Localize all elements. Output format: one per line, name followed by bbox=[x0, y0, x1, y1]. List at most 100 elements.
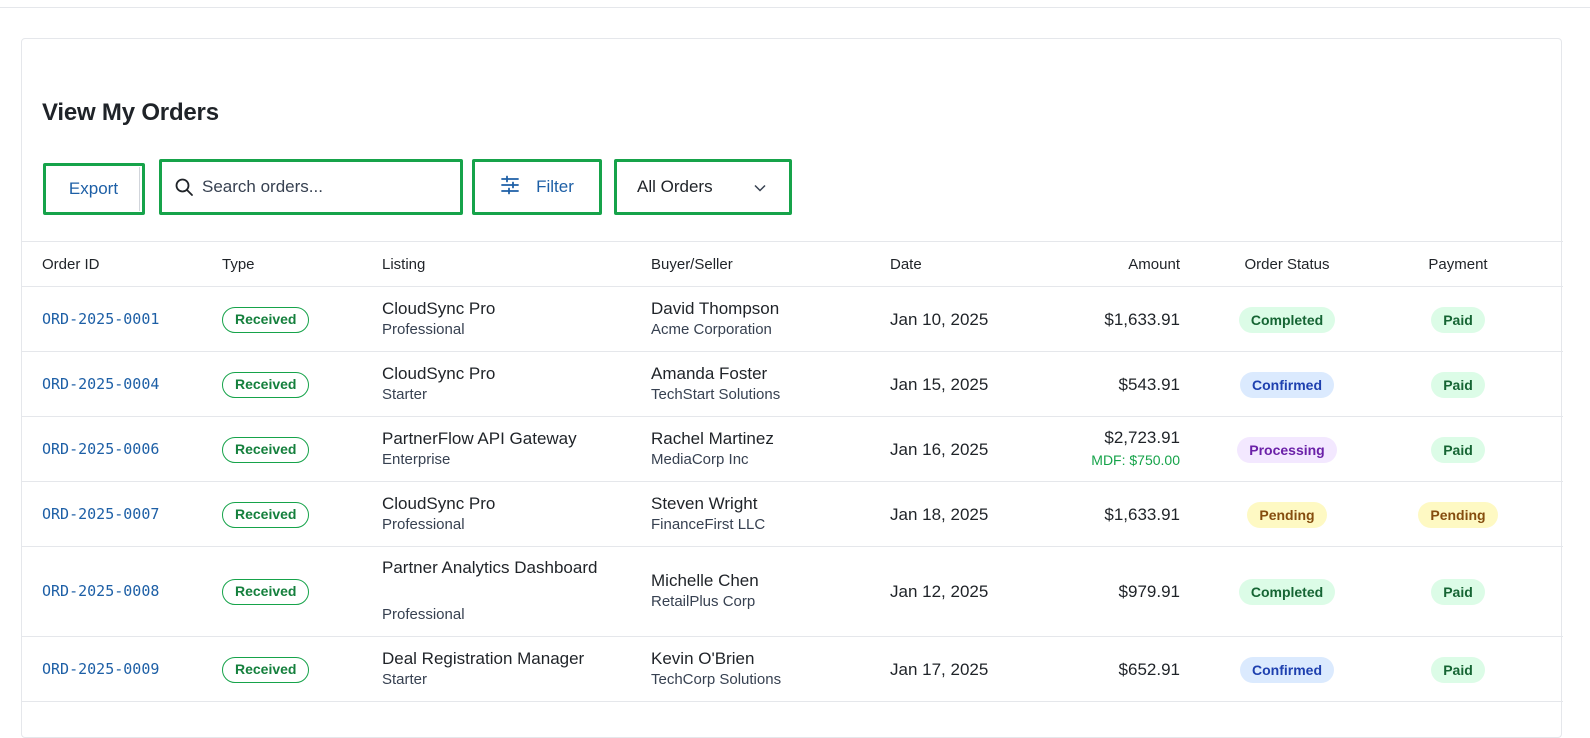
table-row[interactable]: ORD-2025-0009 Received Deal Registration M… bbox=[22, 637, 1563, 702]
type-badge: Received bbox=[222, 306, 310, 333]
payment-cell: Paid bbox=[1398, 371, 1518, 398]
buyer-company: TechStart Solutions bbox=[651, 385, 781, 403]
orders-table: Order ID Type Listing Buyer/Seller Date … bbox=[22, 241, 1563, 702]
payment-cell: Paid bbox=[1398, 306, 1518, 333]
table-row[interactable]: ORD-2025-0004 Received CloudSync Pro Starte… bbox=[22, 352, 1563, 417]
order-date: Jan 10, 2025 bbox=[890, 309, 989, 329]
payment-badge: Paid bbox=[1431, 371, 1485, 398]
buyer-name: Michelle Chen bbox=[651, 571, 759, 590]
status-badge: Pending bbox=[1247, 501, 1327, 528]
type-badge: Received bbox=[222, 656, 310, 683]
buyer-company: TechCorp Solutions bbox=[651, 670, 782, 688]
type-badge: Received bbox=[222, 371, 310, 398]
order-amount: $1,633.91 bbox=[1104, 504, 1180, 524]
filter-button-label: Filter bbox=[536, 177, 574, 196]
order-date: Jan 12, 2025 bbox=[890, 582, 989, 601]
listing-tier: Starter bbox=[382, 385, 428, 403]
export-button-label: Export bbox=[48, 167, 140, 211]
top-bar bbox=[0, 0, 1590, 8]
order-date: Jan 15, 2025 bbox=[890, 374, 989, 394]
order-amount: $652.91 bbox=[1118, 659, 1180, 679]
status-badge: Completed bbox=[1238, 579, 1336, 605]
order-status-cell: Completed bbox=[1212, 306, 1362, 333]
listing-name: CloudSync Pro bbox=[382, 363, 496, 383]
orders-card: View My Orders Export Filter All Orders bbox=[21, 38, 1563, 738]
buyer-name: Amanda Foster bbox=[651, 363, 768, 383]
order-id-link[interactable]: ORD-2025-0006 bbox=[42, 440, 159, 458]
order-id-link[interactable]: ORD-2025-0004 bbox=[42, 375, 159, 393]
buyer-name: Rachel Martinez bbox=[651, 428, 774, 448]
listing-name: Deal Registration Manager bbox=[382, 648, 585, 668]
listing-tier: Starter bbox=[382, 670, 428, 688]
col-order-id: Order ID bbox=[42, 256, 100, 273]
payment-cell: Paid bbox=[1398, 579, 1518, 605]
order-type-select[interactable]: All Orders bbox=[614, 159, 792, 215]
buyer-company: Acme Corporation bbox=[651, 320, 772, 338]
order-status-cell: Confirmed bbox=[1212, 371, 1362, 398]
col-order-status: Order Status bbox=[1244, 256, 1330, 273]
status-badge: Processing bbox=[1237, 436, 1337, 463]
table-row[interactable]: ORD-2025-0006 Received PartnerFlow API Gat… bbox=[22, 417, 1563, 482]
listing-tier: Professional bbox=[382, 515, 465, 533]
col-amount: Amount bbox=[1128, 256, 1180, 273]
col-listing: Listing bbox=[382, 256, 426, 273]
order-amount: $979.91 bbox=[1118, 582, 1180, 601]
listing-name: CloudSync Pro bbox=[382, 298, 496, 318]
type-badge: Received bbox=[222, 436, 310, 463]
buyer-company: FinanceFirst LLC bbox=[651, 515, 766, 533]
payment-badge: Paid bbox=[1431, 306, 1485, 333]
table-header: Order ID Type Listing Buyer/Seller Date … bbox=[22, 241, 1563, 287]
status-badge: Completed bbox=[1238, 306, 1336, 333]
table-row[interactable]: ORD-2025-0001 Received CloudSync Pro Profes… bbox=[22, 287, 1563, 352]
order-id-link[interactable]: ORD-2025-0001 bbox=[42, 310, 159, 328]
order-status-cell: Pending bbox=[1212, 501, 1362, 528]
buyer-company: RetailPlus Corp bbox=[651, 593, 756, 610]
order-type-select-value: All Orders bbox=[637, 177, 713, 196]
mdf-amount: MDF: $750.00 bbox=[1091, 451, 1180, 468]
order-date: Jan 17, 2025 bbox=[890, 659, 989, 679]
buyer-company: MediaCorp Inc bbox=[651, 450, 749, 468]
payment-badge: Paid bbox=[1431, 579, 1485, 605]
listing-tier: Professional bbox=[382, 606, 465, 623]
order-amount: $2,723.91 bbox=[1104, 427, 1180, 447]
payment-badge: Paid bbox=[1431, 436, 1485, 463]
buyer-name: Kevin O'Brien bbox=[651, 648, 755, 668]
payment-cell: Paid bbox=[1398, 656, 1518, 683]
order-amount: $1,633.91 bbox=[1104, 309, 1180, 329]
payment-badge: Paid bbox=[1431, 656, 1485, 683]
table-row[interactable]: ORD-2025-0007 Received CloudSync Pro Profes… bbox=[22, 482, 1563, 547]
search-input[interactable] bbox=[202, 177, 452, 197]
col-date: Date bbox=[890, 256, 922, 273]
order-status-cell: Completed bbox=[1212, 579, 1362, 605]
filter-button[interactable]: Filter bbox=[472, 159, 602, 215]
status-badge: Confirmed bbox=[1240, 656, 1334, 683]
col-payment: Payment bbox=[1428, 256, 1488, 273]
order-status-cell: Processing bbox=[1212, 436, 1362, 463]
type-badge: Received bbox=[222, 579, 310, 605]
listing-tier: Enterprise bbox=[382, 450, 451, 468]
order-amount: $543.91 bbox=[1118, 374, 1180, 394]
payment-cell: Paid bbox=[1398, 436, 1518, 463]
table-body: ORD-2025-0001 Received CloudSync Pro Profes… bbox=[22, 287, 1563, 702]
chevron-down-icon bbox=[753, 180, 767, 200]
listing-name: CloudSync Pro bbox=[382, 493, 496, 513]
sliders-icon bbox=[500, 175, 520, 200]
status-badge: Confirmed bbox=[1240, 371, 1334, 398]
order-date: Jan 16, 2025 bbox=[890, 439, 989, 459]
page-title: View My Orders bbox=[42, 99, 219, 126]
order-id-link[interactable]: ORD-2025-0008 bbox=[42, 582, 159, 600]
listing-tier: Professional bbox=[382, 320, 465, 338]
buyer-name: Steven Wright bbox=[651, 493, 758, 513]
listing-name: PartnerFlow API Gateway bbox=[382, 428, 577, 448]
export-button[interactable]: Export bbox=[43, 163, 145, 215]
order-id-link[interactable]: ORD-2025-0007 bbox=[42, 505, 159, 523]
buyer-name: David Thompson bbox=[651, 298, 780, 318]
payment-badge: Pending bbox=[1418, 501, 1498, 528]
table-row[interactable]: ORD-2025-0008 Received Partner Analytics D… bbox=[22, 547, 1563, 637]
order-id-link[interactable]: ORD-2025-0009 bbox=[42, 660, 159, 678]
col-type: Type bbox=[222, 256, 255, 273]
col-buyer-seller: Buyer/Seller bbox=[651, 256, 733, 273]
type-badge: Received bbox=[222, 501, 310, 528]
order-date: Jan 18, 2025 bbox=[890, 504, 989, 524]
search-box[interactable] bbox=[159, 159, 463, 215]
